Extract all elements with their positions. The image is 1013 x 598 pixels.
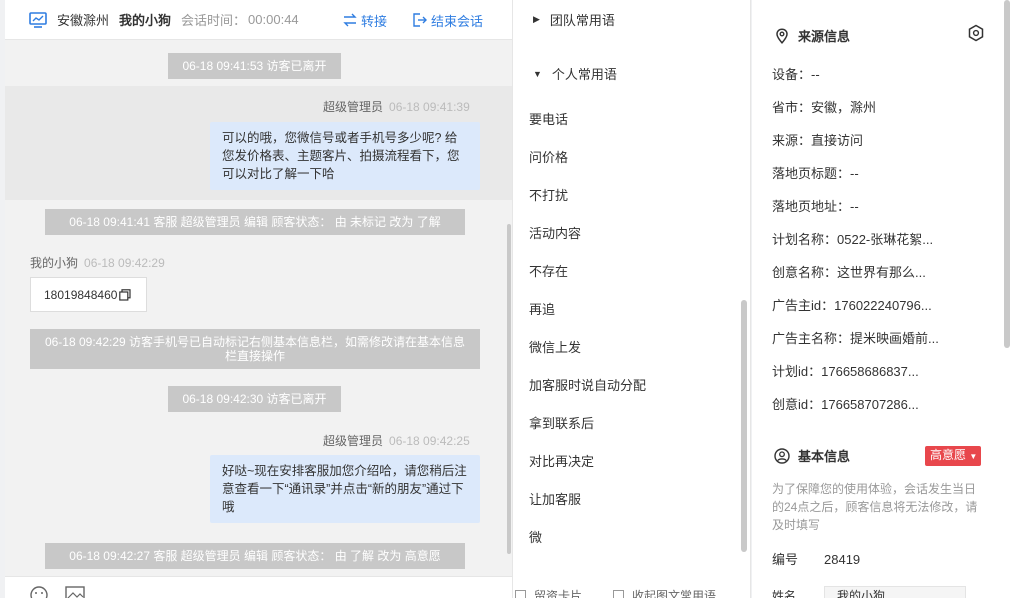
quick-phrases-panel: ▶ 团队常用语 ▼ 个人常用语 要电话 问价格 不打扰 活动内容 不存在 再追 … bbox=[512, 0, 751, 598]
message-time: 06-18 09:42:25 bbox=[389, 434, 470, 448]
visitor-message-bubble: 18019848460 bbox=[30, 277, 147, 312]
group-personal-phrases[interactable]: ▼ 个人常用语 bbox=[533, 64, 617, 83]
session-time-label: 会话时间： bbox=[181, 13, 247, 28]
system-message: 06-18 09:41:53 访客已离开 bbox=[168, 53, 341, 79]
phrase-item[interactable]: 让加客服 bbox=[529, 489, 581, 508]
info-row-advertiser-name: 广告主名称：提米映画婚前... bbox=[772, 331, 939, 346]
visitor-phone-text: 18019848460 bbox=[44, 287, 118, 302]
copy-icon[interactable] bbox=[119, 288, 132, 301]
phrase-item[interactable]: 不存在 bbox=[529, 261, 568, 280]
chat-scrollbar[interactable] bbox=[507, 224, 511, 554]
phrases-footer: 留资卡片 收起图文常用语 bbox=[513, 586, 752, 598]
group-label: 个人常用语 bbox=[551, 67, 617, 82]
sender-name: 超级管理员 bbox=[323, 100, 384, 114]
sender-name: 超级管理员 bbox=[323, 434, 384, 448]
collapse-phrases-option[interactable]: 收起图文常用语 bbox=[613, 590, 716, 598]
phrase-item[interactable]: 微 bbox=[529, 527, 542, 546]
system-message: 06-18 09:42:27 客服 超级管理员 编辑 顾客状态： 由 了解 改为… bbox=[45, 543, 465, 569]
info-row-plan-name: 计划名称：0522-张琳花絮... bbox=[772, 232, 934, 247]
transfer-icon bbox=[343, 13, 357, 27]
phrase-item[interactable]: 问价格 bbox=[529, 147, 568, 166]
phrase-item[interactable]: 不打扰 bbox=[529, 185, 568, 204]
end-session-label: 结束会话 bbox=[431, 13, 484, 29]
phrase-item[interactable]: 活动内容 bbox=[529, 223, 581, 242]
transfer-button[interactable]: 转接 bbox=[343, 0, 387, 40]
phrases-scrollbar[interactable] bbox=[741, 300, 747, 552]
group-label: 团队常用语 bbox=[549, 13, 615, 28]
info-row-landing-title: 落地页标题：-- bbox=[772, 166, 859, 181]
phrase-item[interactable]: 加客服时说自动分配 bbox=[529, 375, 646, 394]
info-row-landing-url: 落地页地址：-- bbox=[772, 199, 859, 214]
info-row-advertiser-id: 广告主id：176022240796... bbox=[772, 298, 932, 313]
checkbox-icon bbox=[515, 590, 526, 598]
caret-down-icon: ▼ bbox=[969, 452, 978, 461]
message-time: 06-18 09:42:29 bbox=[84, 256, 165, 270]
visitor-name: 我的小狗 bbox=[119, 13, 172, 28]
phrase-item[interactable]: 微信上发 bbox=[529, 337, 581, 356]
agent-message-bubble: 好哒~现在安排客服加您介绍哈，请您稍后注意查看一下“通讯录”并点击“新的朋友”通… bbox=[210, 455, 480, 523]
sender-name: 我的小狗 bbox=[30, 256, 79, 270]
chat-toolbar bbox=[5, 576, 512, 598]
message-meta: 我的小狗 06-18 09:42:29 bbox=[30, 254, 165, 271]
caret-right-icon: ▶ bbox=[533, 14, 540, 24]
image-icon[interactable] bbox=[65, 585, 85, 598]
message-meta: 超级管理员 06-18 09:42:25 bbox=[323, 432, 470, 449]
info-scrollbar[interactable] bbox=[1004, 0, 1010, 348]
session-time: 00:00:44 bbox=[248, 12, 299, 27]
visitor-info-panel: 来源信息 设备：-- 省市：安徽，滁州 来源：直接访问 落地页标题：-- 落地页… bbox=[752, 0, 1013, 598]
info-row-plan-id: 计划id：176658686837... bbox=[772, 364, 919, 379]
phrase-item[interactable]: 再追 bbox=[529, 299, 555, 318]
chat-panel: 安徽滁州 我的小狗 会话时间： 00:00:44 转接 结束会话 06-18 0… bbox=[5, 0, 512, 598]
transfer-label: 转接 bbox=[361, 13, 388, 29]
settings-hex-icon[interactable] bbox=[967, 24, 985, 42]
exit-icon bbox=[413, 13, 427, 27]
info-row-creative-name: 创意名称：这世界有那么... bbox=[772, 265, 926, 280]
user-icon bbox=[774, 447, 790, 464]
info-row-creative-id: 创意id：176658707286... bbox=[772, 397, 919, 412]
emoji-icon[interactable] bbox=[29, 585, 49, 598]
message-meta: 超级管理员 06-18 09:41:39 bbox=[323, 98, 470, 115]
checkbox-icon bbox=[613, 590, 624, 598]
monitor-icon bbox=[29, 11, 47, 28]
message-list[interactable]: 06-18 09:41:53 访客已离开 超级管理员 06-18 09:41:39… bbox=[5, 40, 512, 576]
source-info-title: 来源信息 bbox=[774, 26, 850, 45]
edit-notice: 为了保障您的使用体验，会话发生当日的24点之后，顾客信息将无法修改，请及时填写 bbox=[772, 482, 978, 532]
phrase-item[interactable]: 要电话 bbox=[529, 109, 568, 128]
name-input[interactable]: 我的小狗 bbox=[824, 586, 966, 598]
info-row-number: 编号 28419 bbox=[772, 552, 861, 567]
intent-status-dropdown[interactable]: 高意愿 ▼ bbox=[925, 446, 982, 466]
chat-header: 安徽滁州 我的小狗 会话时间： 00:00:44 转接 结束会话 bbox=[5, 0, 512, 40]
group-team-phrases[interactable]: ▶ 团队常用语 bbox=[533, 10, 615, 29]
system-message: 06-18 09:42:29 访客手机号已自动标记右侧基本信息栏，如需修改请在基… bbox=[30, 329, 480, 369]
info-row-region: 省市：安徽，滁州 bbox=[772, 100, 877, 115]
basic-info-title: 基本信息 bbox=[774, 446, 850, 465]
system-message: 06-18 09:42:30 访客已离开 bbox=[168, 386, 341, 412]
name-label: 姓名 bbox=[772, 590, 797, 598]
phrase-item[interactable]: 拿到联系后 bbox=[529, 413, 594, 432]
end-session-button[interactable]: 结束会话 bbox=[413, 0, 483, 40]
message-time: 06-18 09:41:39 bbox=[389, 100, 470, 114]
caret-down-icon: ▼ bbox=[533, 68, 542, 79]
agent-message-bubble: 可以的哦，您微信号或者手机号多少呢? 给您发价格表、主题客片、拍摄流程看下，您可… bbox=[210, 122, 480, 190]
location-pin-icon bbox=[776, 27, 788, 44]
lead-card-option[interactable]: 留资卡片 bbox=[515, 590, 582, 598]
info-row-device: 设备：-- bbox=[772, 67, 820, 82]
info-row-source: 来源：直接访问 bbox=[772, 133, 864, 148]
visitor-location: 安徽滁州 bbox=[57, 13, 110, 28]
system-message: 06-18 09:41:41 客服 超级管理员 编辑 顾客状态： 由 未标记 改… bbox=[45, 209, 465, 235]
phrase-item[interactable]: 对比再决定 bbox=[529, 451, 594, 470]
